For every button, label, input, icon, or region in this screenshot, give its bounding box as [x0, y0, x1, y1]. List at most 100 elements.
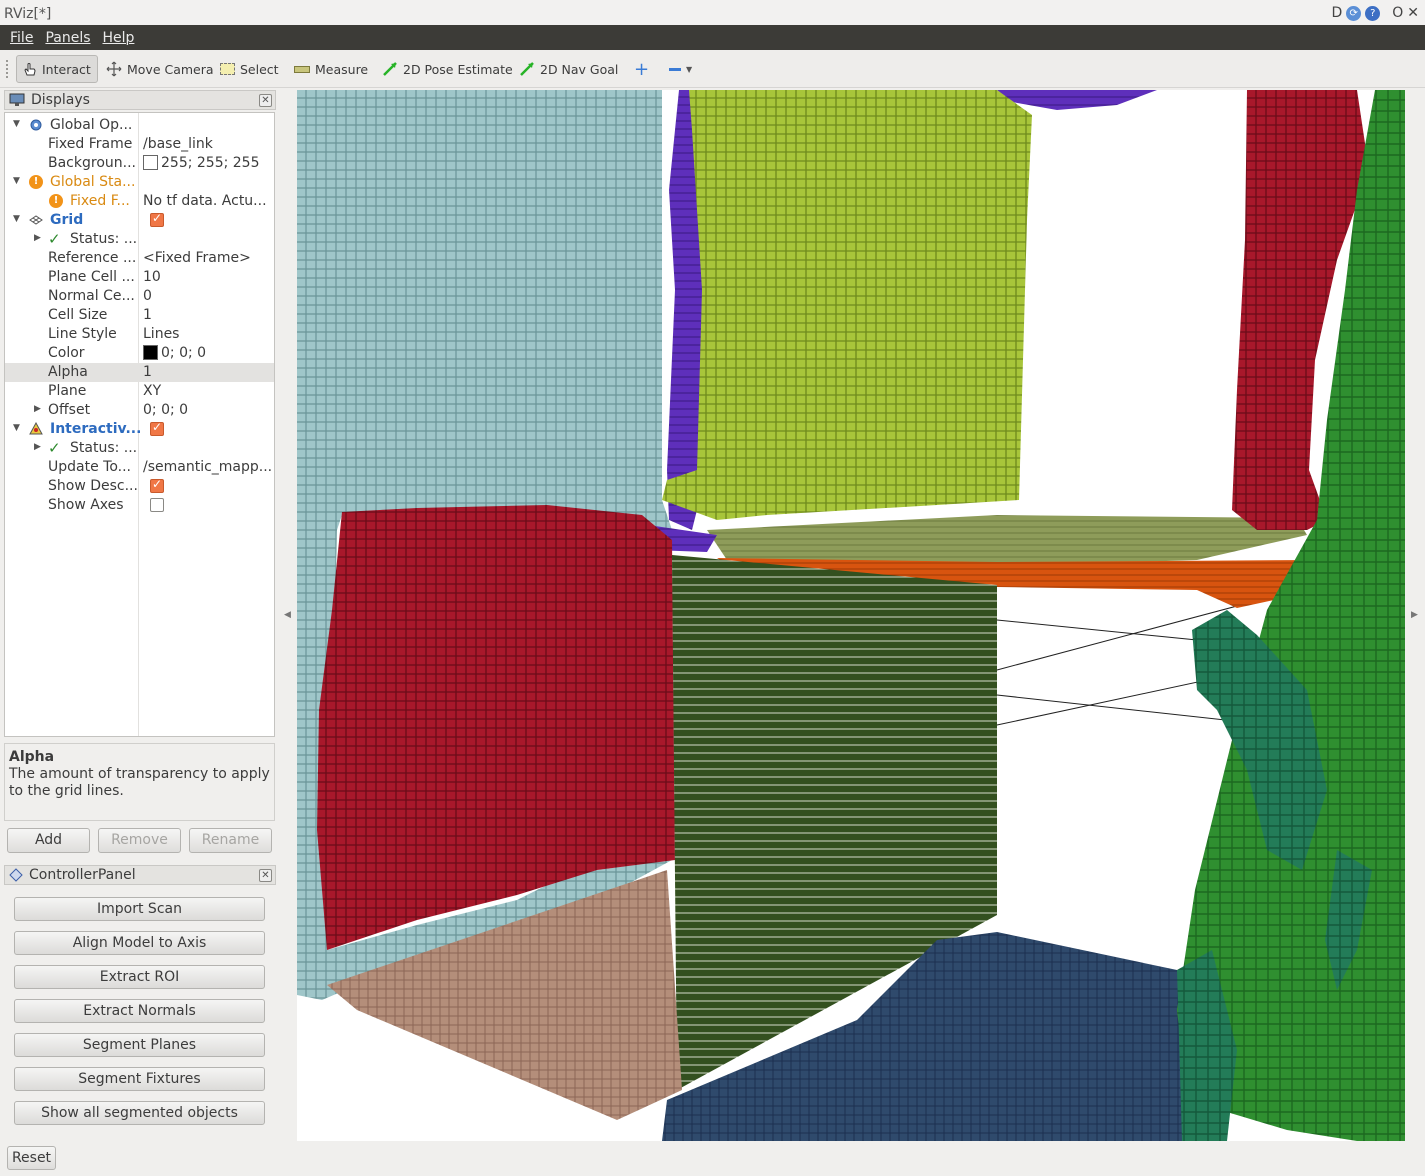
grid-enabled-checkbox[interactable] — [150, 211, 164, 227]
menu-panels[interactable]: Panels — [39, 30, 96, 46]
interactive-markers-enabled-checkbox[interactable] — [150, 420, 164, 436]
import-scan-button[interactable]: Import Scan — [14, 897, 265, 921]
tree-row-global-status[interactable]: ▼ ! Global Sta... — [5, 173, 274, 192]
tree-row-background-color[interactable]: Backgroun... 255; 255; 255 — [5, 154, 274, 173]
hand-pointer-icon — [24, 63, 36, 76]
controller-panel-title-label: ControllerPanel — [29, 867, 136, 883]
tree-row-plane[interactable]: Plane XY — [5, 382, 274, 401]
tool-interact-label: Interact — [42, 61, 91, 77]
reset-button[interactable]: Reset — [7, 1146, 56, 1170]
row-name: Normal Ce... — [48, 288, 135, 304]
splitter-right-arrow-icon[interactable]: ▶ — [1411, 610, 1418, 620]
row-value[interactable]: /base_link — [143, 136, 273, 152]
3d-render-viewport[interactable] — [297, 90, 1405, 1141]
refresh-icon[interactable]: ⟳ — [1346, 5, 1362, 21]
rviz-window: RViz[*] D ⟳ ? O ✕ File Panels Help Inter… — [0, 0, 1425, 1176]
segment-planes-button[interactable]: Segment Planes — [14, 1033, 265, 1057]
status-bar: Reset — [0, 1143, 1425, 1176]
tree-row-color[interactable]: Color 0; 0; 0 — [5, 344, 274, 363]
expand-arrow-icon[interactable]: ▶ — [34, 442, 41, 452]
segment-fixtures-button[interactable]: Segment Fixtures — [14, 1067, 265, 1091]
row-value[interactable]: XY — [143, 383, 273, 399]
row-value[interactable]: <Fixed Frame> — [143, 250, 273, 266]
expand-arrow-icon[interactable]: ▶ — [34, 233, 41, 243]
row-value[interactable]: 1 — [143, 307, 273, 323]
tool-2d-pose-estimate[interactable]: 2D Pose Estimate — [378, 55, 517, 83]
tree-row-interactive-markers[interactable]: ▼ Interactiv... — [5, 420, 274, 439]
row-value[interactable]: 1 — [143, 364, 273, 380]
show-descriptions-checkbox[interactable] — [150, 477, 164, 493]
expand-arrow-icon[interactable]: ▼ — [13, 214, 20, 224]
warning-icon: ! — [49, 194, 63, 208]
tree-row-offset[interactable]: ▶ Offset 0; 0; 0 — [5, 401, 274, 420]
color-swatch[interactable] — [143, 345, 158, 360]
expand-arrow-icon[interactable]: ▶ — [34, 404, 41, 414]
point-cloud-scene[interactable] — [297, 90, 1405, 1141]
add-display-button[interactable]: Add — [7, 828, 90, 853]
warning-icon: ! — [29, 175, 43, 189]
show-all-segmented-objects-button[interactable]: Show all segmented objects — [14, 1101, 265, 1125]
tree-row-reference-frame[interactable]: Reference ... <Fixed Frame> — [5, 249, 274, 268]
tool-select[interactable]: Select — [216, 55, 283, 83]
description-text: The amount of transparency to apply to t… — [9, 766, 270, 799]
tree-row-show-axes[interactable]: Show Axes — [5, 496, 274, 515]
menu-file[interactable]: File — [4, 30, 39, 46]
tree-row-show-descriptions[interactable]: Show Desc... — [5, 477, 274, 496]
rename-display-button[interactable]: Rename — [189, 828, 272, 853]
row-value[interactable]: 10 — [143, 269, 273, 285]
remove-display-button[interactable]: Remove — [98, 828, 181, 853]
tree-row-global-options[interactable]: ▼ Global Op... — [5, 116, 274, 135]
tree-row-fixed-frame-status[interactable]: ! Fixed F... No tf data. Actu... — [5, 192, 274, 211]
tree-row-update-topic[interactable]: Update To... /semantic_mapp... — [5, 458, 274, 477]
color-swatch[interactable] — [143, 155, 158, 170]
row-value[interactable]: 0; 0; 0 — [143, 402, 273, 418]
segment-lime-wall — [662, 90, 1032, 520]
expand-arrow-icon[interactable]: ▼ — [13, 119, 20, 129]
tree-row-grid-status[interactable]: ▶ ✓ Status: ... — [5, 230, 274, 249]
expand-arrow-icon[interactable]: ▼ — [13, 423, 20, 433]
menu-help[interactable]: Help — [97, 30, 141, 46]
gear-icon — [30, 119, 42, 131]
expand-arrow-icon[interactable]: ▼ — [13, 176, 20, 186]
row-name: Status: ... — [70, 231, 138, 247]
tree-row-plane-cell-count[interactable]: Plane Cell ... 10 — [5, 268, 274, 287]
tree-row-cell-size[interactable]: Cell Size 1 — [5, 306, 274, 325]
tool-move-camera[interactable]: Move Camera — [102, 55, 218, 83]
row-value[interactable]: 0 — [143, 288, 273, 304]
tool-measure[interactable]: Measure — [290, 55, 372, 83]
tree-row-line-style[interactable]: Line Style Lines — [5, 325, 274, 344]
add-tool-button[interactable]: + — [630, 55, 653, 83]
show-axes-checkbox[interactable] — [150, 498, 164, 512]
window-control-d[interactable]: D — [1331, 5, 1342, 21]
tool-2d-nav-goal[interactable]: 2D Nav Goal — [515, 55, 622, 83]
tree-row-interactive-status[interactable]: ▶ ✓ Status: ... — [5, 439, 274, 458]
window-controls: D ⟳ ? O ✕ — [1331, 5, 1419, 21]
splitter-left-arrow-icon[interactable]: ◀ — [284, 610, 291, 620]
background-color-value: 255; 255; 255 — [161, 155, 260, 171]
remove-tool-button[interactable]: ▼ — [665, 55, 696, 83]
extract-roi-button[interactable]: Extract ROI — [14, 965, 265, 989]
align-model-to-axis-button[interactable]: Align Model to Axis — [14, 931, 265, 955]
tree-row-grid[interactable]: ▼ Grid — [5, 211, 274, 230]
tool-measure-label: Measure — [315, 61, 369, 77]
row-name: Global Op... — [50, 117, 133, 133]
tool-interact[interactable]: Interact — [16, 55, 98, 83]
row-value[interactable]: /semantic_mapp... — [143, 459, 273, 475]
segment-purple-top — [997, 90, 1157, 110]
window-control-o[interactable]: O — [1392, 5, 1403, 21]
row-value[interactable]: Lines — [143, 326, 273, 342]
row-name: Grid — [50, 212, 84, 228]
tree-row-fixed-frame[interactable]: Fixed Frame /base_link — [5, 135, 274, 154]
toolbar-grip[interactable] — [6, 60, 9, 78]
controller-panel-close-icon[interactable]: ✕ — [259, 869, 272, 882]
row-value[interactable]: 0; 0; 0 — [143, 345, 273, 361]
row-value: No tf data. Actu... — [143, 193, 267, 209]
displays-close-icon[interactable]: ✕ — [259, 94, 272, 107]
row-value[interactable]: 255; 255; 255 — [143, 155, 273, 171]
close-icon[interactable]: ✕ — [1407, 5, 1419, 21]
extract-normals-button[interactable]: Extract Normals — [14, 999, 265, 1023]
tree-row-normal-cell-count[interactable]: Normal Ce... 0 — [5, 287, 274, 306]
tree-row-alpha[interactable]: Alpha 1 — [5, 363, 274, 382]
controller-panel: ControllerPanel ✕ Import Scan Align Mode… — [4, 865, 276, 1140]
help-icon[interactable]: ? — [1365, 5, 1381, 21]
